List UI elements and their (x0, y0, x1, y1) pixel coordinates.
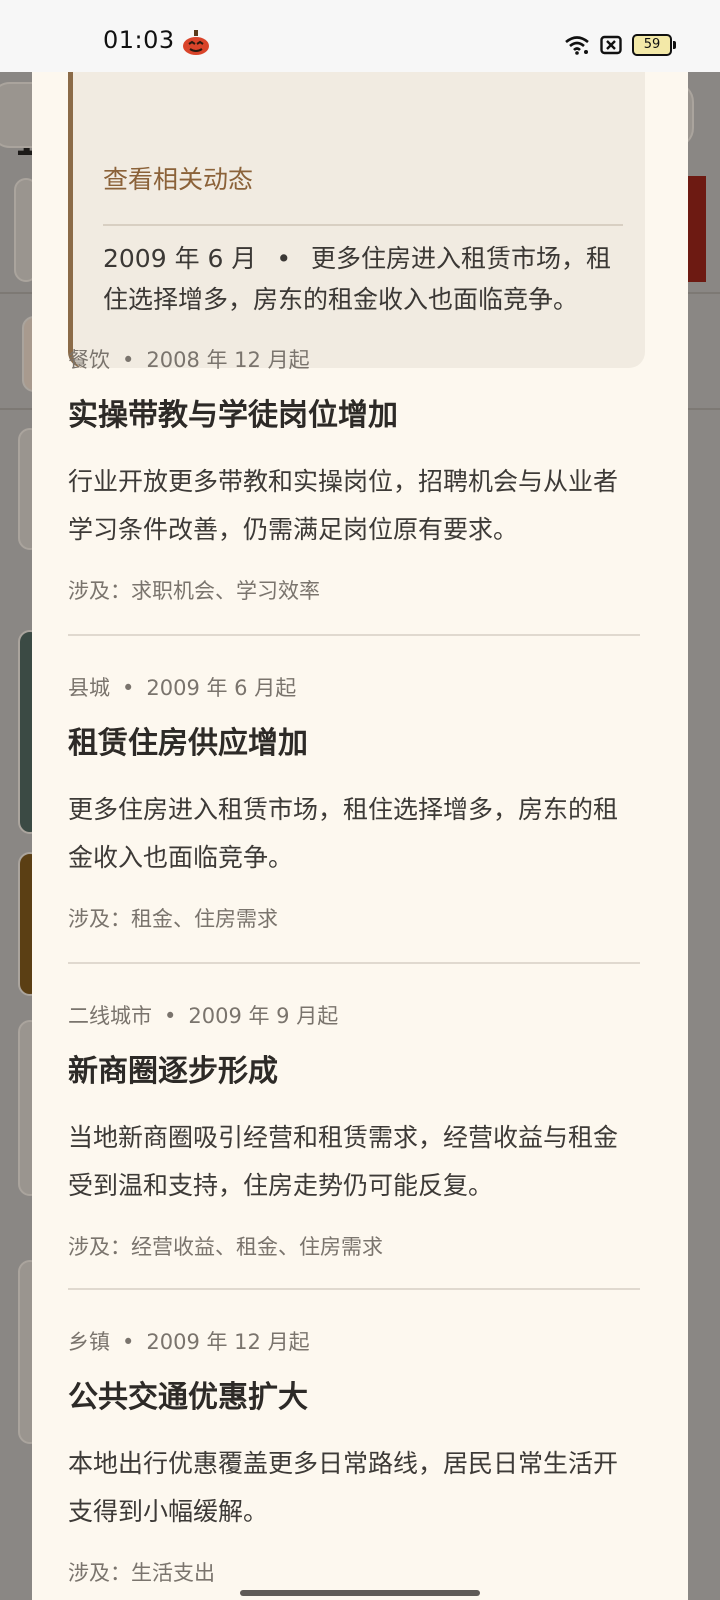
separator-dot: • (276, 244, 292, 273)
list-item: 餐饮 • 2008 年 12 月起 实操带教与学徒岗位增加 行业开放更多带教和实操岗… (68, 342, 640, 608)
entry-tags: 涉及：求职机会、学习效率 (68, 579, 320, 603)
entry-start-date: 2009 年 9 月起 (188, 1004, 339, 1028)
status-icons: 59 (564, 32, 676, 58)
separator-dot: • (164, 1004, 177, 1028)
divider (68, 1288, 640, 1290)
entry-description: 本地出行优惠覆盖更多日常路线，居民日常生活开支得到小幅缓解。 (68, 1449, 619, 1526)
entry-start-date: 2009 年 6 月起 (146, 676, 297, 700)
battery-indicator: 59 (632, 34, 676, 56)
list-item: 二线城市 • 2009 年 9 月起 新商圈逐步形成 当地新商圈吸引经营和租赁需求，… (68, 998, 640, 1264)
divider (68, 634, 640, 636)
entry-title: 新商圈逐步形成 (68, 1054, 278, 1089)
entry-meta: 餐饮 • 2008 年 12 月起 (68, 342, 640, 378)
separator-dot: • (122, 1330, 135, 1354)
home-indicator[interactable] (240, 1590, 480, 1596)
wifi-icon (565, 36, 589, 55)
entry-tags: 涉及：租金、住房需求 (68, 907, 278, 931)
related-update-card: 查看相关动态 2009 年 6 月 • 更多住房进入租赁市场，租住选择增多，房东… (68, 72, 645, 368)
entry-category: 二线城市 (68, 1004, 152, 1028)
sim-blocked-icon (600, 35, 622, 55)
entry-category: 餐饮 (68, 348, 110, 372)
entry-meta: 乡镇 • 2009 年 12 月起 (68, 1324, 640, 1360)
detail-sheet[interactable]: 查看相关动态 2009 年 6 月 • 更多住房进入租赁市场，租住选择增多，房东… (32, 72, 688, 1600)
entry-meta: 二线城市 • 2009 年 9 月起 (68, 998, 640, 1034)
status-bar: 01:03 59 (0, 0, 720, 72)
view-related-updates-link[interactable]: 查看相关动态 (103, 160, 253, 196)
status-time: 01:03 (103, 26, 175, 54)
separator-dot: • (122, 676, 135, 700)
list-item: 县城 • 2009 年 6 月起 租赁住房供应增加 更多住房进入租赁市场，租住选择增… (68, 670, 640, 936)
entry-category: 乡镇 (68, 1330, 110, 1354)
entry-description: 当地新商圈吸引经营和租赁需求，经营收益与租金受到温和支持，住房走势仍可能反复。 (68, 1123, 619, 1200)
related-update-text: 2009 年 6 月 • 更多住房进入租赁市场，租住选择增多，房东的租金收入也面… (103, 238, 633, 320)
list-item: 乡镇 • 2009 年 12 月起 公共交通优惠扩大 本地出行优惠覆盖更多日常路线，… (68, 1324, 640, 1590)
entry-category: 县城 (68, 676, 110, 700)
entry-description: 行业开放更多带教和实操岗位，招聘机会与从业者学习条件改善，仍需满足岗位原有要求。 (68, 467, 619, 544)
entry-title: 公共交通优惠扩大 (68, 1380, 308, 1415)
separator-dot: • (122, 348, 135, 372)
pumpkin-app-icon (183, 30, 209, 55)
entry-start-date: 2009 年 12 月起 (146, 1330, 310, 1354)
related-update-date: 2009 年 6 月 (103, 244, 257, 273)
entry-title: 租赁住房供应增加 (68, 726, 308, 761)
card-divider (103, 224, 623, 226)
entry-title: 实操带教与学徒岗位增加 (68, 398, 398, 433)
entry-tags: 涉及：经营收益、租金、住房需求 (68, 1235, 383, 1259)
entry-start-date: 2008 年 12 月起 (146, 348, 310, 372)
entry-tags: 涉及：生活支出 (68, 1561, 215, 1585)
divider (68, 962, 640, 964)
entry-description: 更多住房进入租赁市场，租住选择增多，房东的租金收入也面临竞争。 (68, 795, 619, 872)
entry-meta: 县城 • 2009 年 6 月起 (68, 670, 640, 706)
